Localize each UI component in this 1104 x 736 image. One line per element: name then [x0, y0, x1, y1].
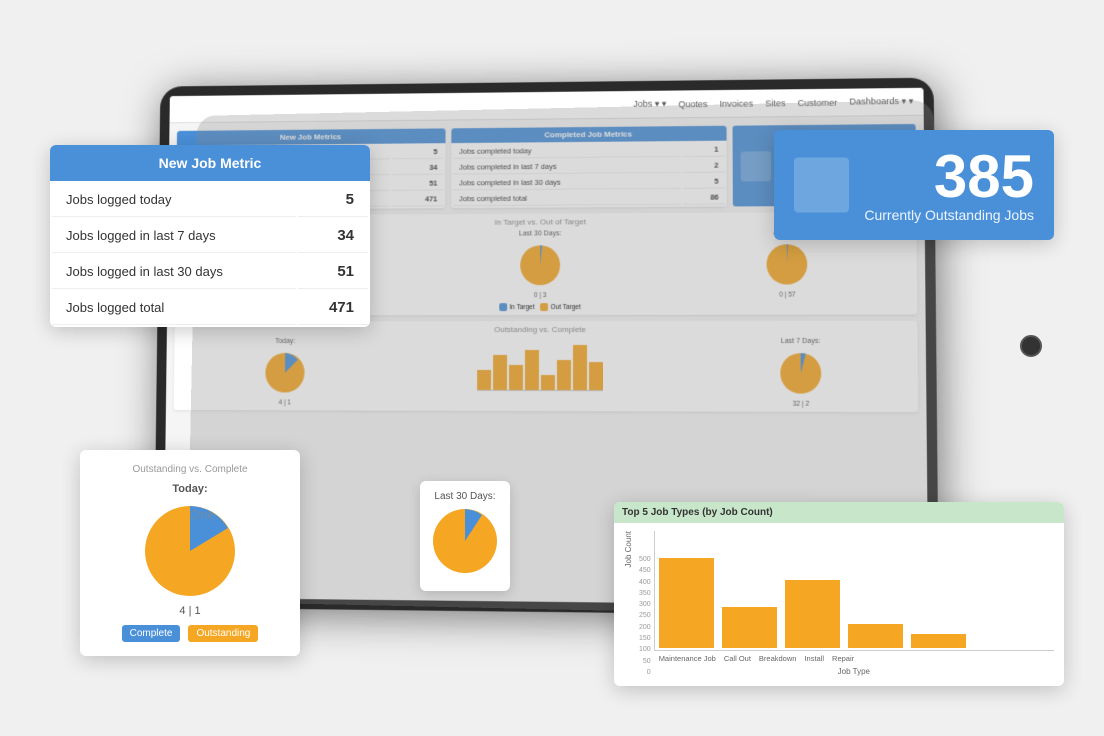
bar-repair	[911, 634, 966, 648]
pie-today-values: 4 | 1	[179, 605, 200, 617]
legend-outstanding-btn[interactable]: Outstanding	[188, 625, 258, 642]
bar-chart-header: Top 5 Job Types (by Job Count)	[614, 502, 1064, 523]
new-job-card-header: New Job Metric	[50, 145, 370, 181]
bar-chart-area	[654, 531, 1054, 651]
outstanding-complete-title: Outstanding vs. Complete	[94, 464, 286, 475]
bar-callout	[722, 607, 777, 648]
pie-legend: Complete Outstanding	[122, 625, 259, 642]
legend-complete-btn[interactable]: Complete	[122, 625, 181, 642]
bar-label-install: Install	[804, 654, 824, 663]
bar-rect	[848, 624, 903, 648]
bar-label-callout: Call Out	[724, 654, 751, 663]
word-one: One	[190, 507, 215, 522]
bar-maintenance	[659, 558, 714, 648]
table-row: Jobs logged in last 7 days 34	[52, 219, 368, 253]
pie-last30-card: Last 30 Days:	[420, 481, 510, 591]
y-axis-labels: 500 450 400 350 300 250 200 150 100 50 0	[639, 556, 651, 676]
outstanding-jobs-card: 385 Currently Outstanding Jobs	[774, 130, 1054, 240]
bar-label-repair: Repair	[832, 654, 854, 663]
bar-install	[848, 624, 903, 648]
bar-rect	[911, 634, 966, 648]
bar-rect	[722, 607, 777, 648]
bar-breakdown	[785, 580, 840, 648]
chart-with-axis: 500 450 400 350 300 250 200 150 100 50 0	[639, 531, 1054, 676]
outstanding-sub-text: Currently Outstanding Jobs	[864, 207, 1034, 223]
table-row: Jobs logged total 471	[52, 291, 368, 325]
table-row: Jobs logged in last 30 days 51	[52, 255, 368, 289]
outstanding-jobs-icon	[794, 158, 849, 213]
bar-label-breakdown: Breakdown	[759, 654, 797, 663]
table-row: Jobs logged today 5	[52, 183, 368, 217]
pie-today-label: Today:	[172, 483, 207, 495]
x-axis-title: Job Type	[654, 667, 1054, 676]
new-job-metric-card: New Job Metric Jobs logged today 5 Jobs …	[50, 145, 370, 327]
pie-last30-svg	[430, 506, 500, 576]
pie-last30-label: Last 30 Days:	[430, 491, 500, 502]
bar-rect	[659, 558, 714, 648]
bar-chart-card: Top 5 Job Types (by Job Count) Job Count…	[614, 502, 1064, 686]
bar-rect	[785, 580, 840, 648]
bar-label-maintenance: Maintenance Job	[659, 654, 716, 663]
y-axis-label: Job Count	[624, 531, 633, 567]
outstanding-big-number: 385	[934, 147, 1034, 207]
x-axis-labels: Maintenance Job Call Out Breakdown Insta…	[654, 651, 1054, 663]
tablet-home-button[interactable]	[1020, 335, 1042, 357]
pie-outstanding-card: Outstanding vs. Complete Today: 4 | 1 Co…	[80, 450, 300, 656]
new-job-table: Jobs logged today 5 Jobs logged in last …	[50, 181, 370, 327]
